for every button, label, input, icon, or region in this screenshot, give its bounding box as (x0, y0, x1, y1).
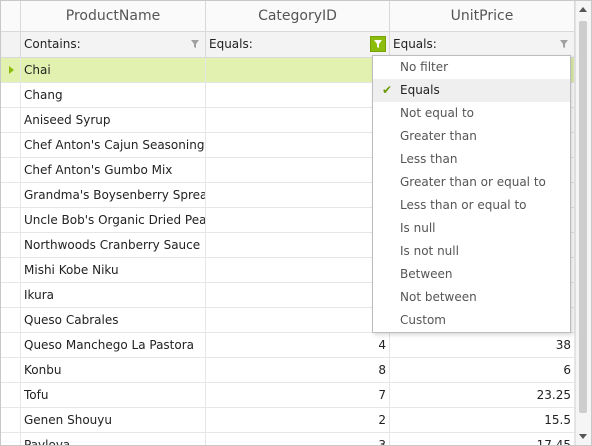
table-row[interactable]: Konbu 8 6 (1, 358, 575, 383)
cell-unitprice[interactable]: 6 (390, 358, 575, 382)
row-indicator (1, 408, 21, 432)
cell-productname[interactable]: Ikura (21, 283, 206, 307)
cell-categoryid[interactable]: 7 (206, 383, 390, 407)
filter-productname-cell[interactable]: Contains: (21, 32, 206, 57)
filter-funnel-active-icon[interactable] (370, 36, 386, 52)
cell-productname[interactable]: Genen Shouyu (21, 408, 206, 432)
row-indicator (1, 358, 21, 382)
cell-categoryid[interactable] (206, 108, 390, 132)
checkmark-icon: ✔ (382, 83, 393, 97)
cell-unitprice[interactable]: 23.25 (390, 383, 575, 407)
cell-productname[interactable]: Tofu (21, 383, 206, 407)
row-indicator (1, 108, 21, 132)
table-row[interactable]: Genen Shouyu 2 15.5 (1, 408, 575, 433)
cell-productname[interactable]: Pavlova (21, 433, 206, 445)
cell-categoryid[interactable] (206, 183, 390, 207)
cell-categoryid[interactable] (206, 83, 390, 107)
scrollbar-thumb[interactable] (579, 21, 587, 413)
cell-productname[interactable]: Uncle Bob's Organic Dried Pears (21, 208, 206, 232)
cell-productname[interactable]: Aniseed Syrup (21, 108, 206, 132)
scroll-up-arrow-icon[interactable] (579, 7, 587, 12)
row-indicator (1, 258, 21, 282)
cell-categoryid[interactable] (206, 133, 390, 157)
filter-operator-dropdown: No filter ✔ Equals Not equal to Greater t… (372, 55, 571, 333)
row-indicator (1, 433, 21, 445)
cell-categoryid[interactable] (206, 58, 390, 82)
scroll-down-arrow-icon[interactable] (579, 434, 587, 439)
filter-option-less-than-or-equal-to[interactable]: Less than or equal to (373, 194, 570, 217)
cell-productname[interactable]: Chang (21, 83, 206, 107)
filter-option-custom[interactable]: Custom (373, 309, 570, 332)
cell-categoryid[interactable] (206, 233, 390, 257)
cell-categoryid[interactable] (206, 283, 390, 307)
cell-productname[interactable]: Queso Manchego La Pastora (21, 333, 206, 357)
vertical-scrollbar[interactable] (575, 1, 591, 445)
cell-productname[interactable]: Chef Anton's Gumbo Mix (21, 158, 206, 182)
row-indicator (1, 183, 21, 207)
cell-productname[interactable]: Mishi Kobe Niku (21, 258, 206, 282)
cell-categoryid[interactable] (206, 208, 390, 232)
row-indicator (1, 283, 21, 307)
filter-option-no-filter[interactable]: No filter (373, 56, 570, 79)
products-grid: ProductName CategoryID UnitPrice Contain… (0, 0, 592, 446)
cell-productname[interactable]: Chef Anton's Cajun Seasoning (21, 133, 206, 157)
filter-option-between[interactable]: Between (373, 263, 570, 286)
filter-option-is-null[interactable]: Is null (373, 217, 570, 240)
cell-categoryid[interactable]: 3 (206, 433, 390, 445)
filter-option-less-than[interactable]: Less than (373, 148, 570, 171)
table-row[interactable]: Pavlova 3 17.45 (1, 433, 575, 445)
filter-unitprice-cell[interactable]: Equals: (390, 32, 575, 57)
header-categoryid[interactable]: CategoryID (206, 1, 390, 31)
cell-unitprice[interactable]: 38 (390, 333, 575, 357)
filter-categoryid-operator: Equals: (209, 37, 253, 51)
row-indicator (1, 208, 21, 232)
cell-productname[interactable]: Konbu (21, 358, 206, 382)
filter-productname-operator: Contains: (24, 37, 81, 51)
cell-categoryid[interactable]: 4 (206, 333, 390, 357)
filter-indicator-cell (1, 32, 21, 57)
header-productname[interactable]: ProductName (21, 1, 206, 31)
row-indicator (1, 58, 21, 82)
cell-categoryid[interactable] (206, 258, 390, 282)
filter-option-not-equal-to[interactable]: Not equal to (373, 102, 570, 125)
table-row[interactable]: Tofu 7 23.25 (1, 383, 575, 408)
row-indicator (1, 333, 21, 357)
cell-unitprice[interactable]: 15.5 (390, 408, 575, 432)
column-header-row: ProductName CategoryID UnitPrice (1, 1, 575, 32)
cell-categoryid[interactable]: 8 (206, 358, 390, 382)
row-indicator (1, 83, 21, 107)
cell-productname[interactable]: Northwoods Cranberry Sauce (21, 233, 206, 257)
cell-categoryid[interactable]: 2 (206, 408, 390, 432)
cell-productname[interactable]: Chai (21, 58, 206, 82)
row-indicator (1, 308, 21, 332)
filter-option-greater-than[interactable]: Greater than (373, 125, 570, 148)
cell-categoryid[interactable] (206, 308, 390, 332)
table-row[interactable]: Queso Manchego La Pastora 4 38 (1, 333, 575, 358)
row-indicator (1, 233, 21, 257)
row-indicator (1, 158, 21, 182)
filter-option-not-between[interactable]: Not between (373, 286, 570, 309)
cell-categoryid[interactable] (206, 158, 390, 182)
current-row-arrow-icon (9, 66, 14, 74)
cell-unitprice[interactable]: 17.45 (390, 433, 575, 445)
filter-option-label: Equals (400, 83, 440, 97)
header-indicator-cell (1, 1, 21, 31)
row-indicator (1, 133, 21, 157)
cell-productname[interactable]: Queso Cabrales (21, 308, 206, 332)
filter-funnel-icon[interactable] (557, 37, 571, 51)
cell-productname[interactable]: Grandma's Boysenberry Spread (21, 183, 206, 207)
filter-unitprice-operator: Equals: (393, 37, 437, 51)
filter-option-equals[interactable]: ✔ Equals (373, 79, 570, 102)
header-unitprice[interactable]: UnitPrice (390, 1, 575, 31)
filter-funnel-icon[interactable] (188, 37, 202, 51)
row-indicator (1, 383, 21, 407)
filter-option-is-not-null[interactable]: Is not null (373, 240, 570, 263)
filter-option-greater-than-or-equal-to[interactable]: Greater than or equal to (373, 171, 570, 194)
filter-categoryid-cell[interactable]: Equals: (206, 32, 390, 57)
